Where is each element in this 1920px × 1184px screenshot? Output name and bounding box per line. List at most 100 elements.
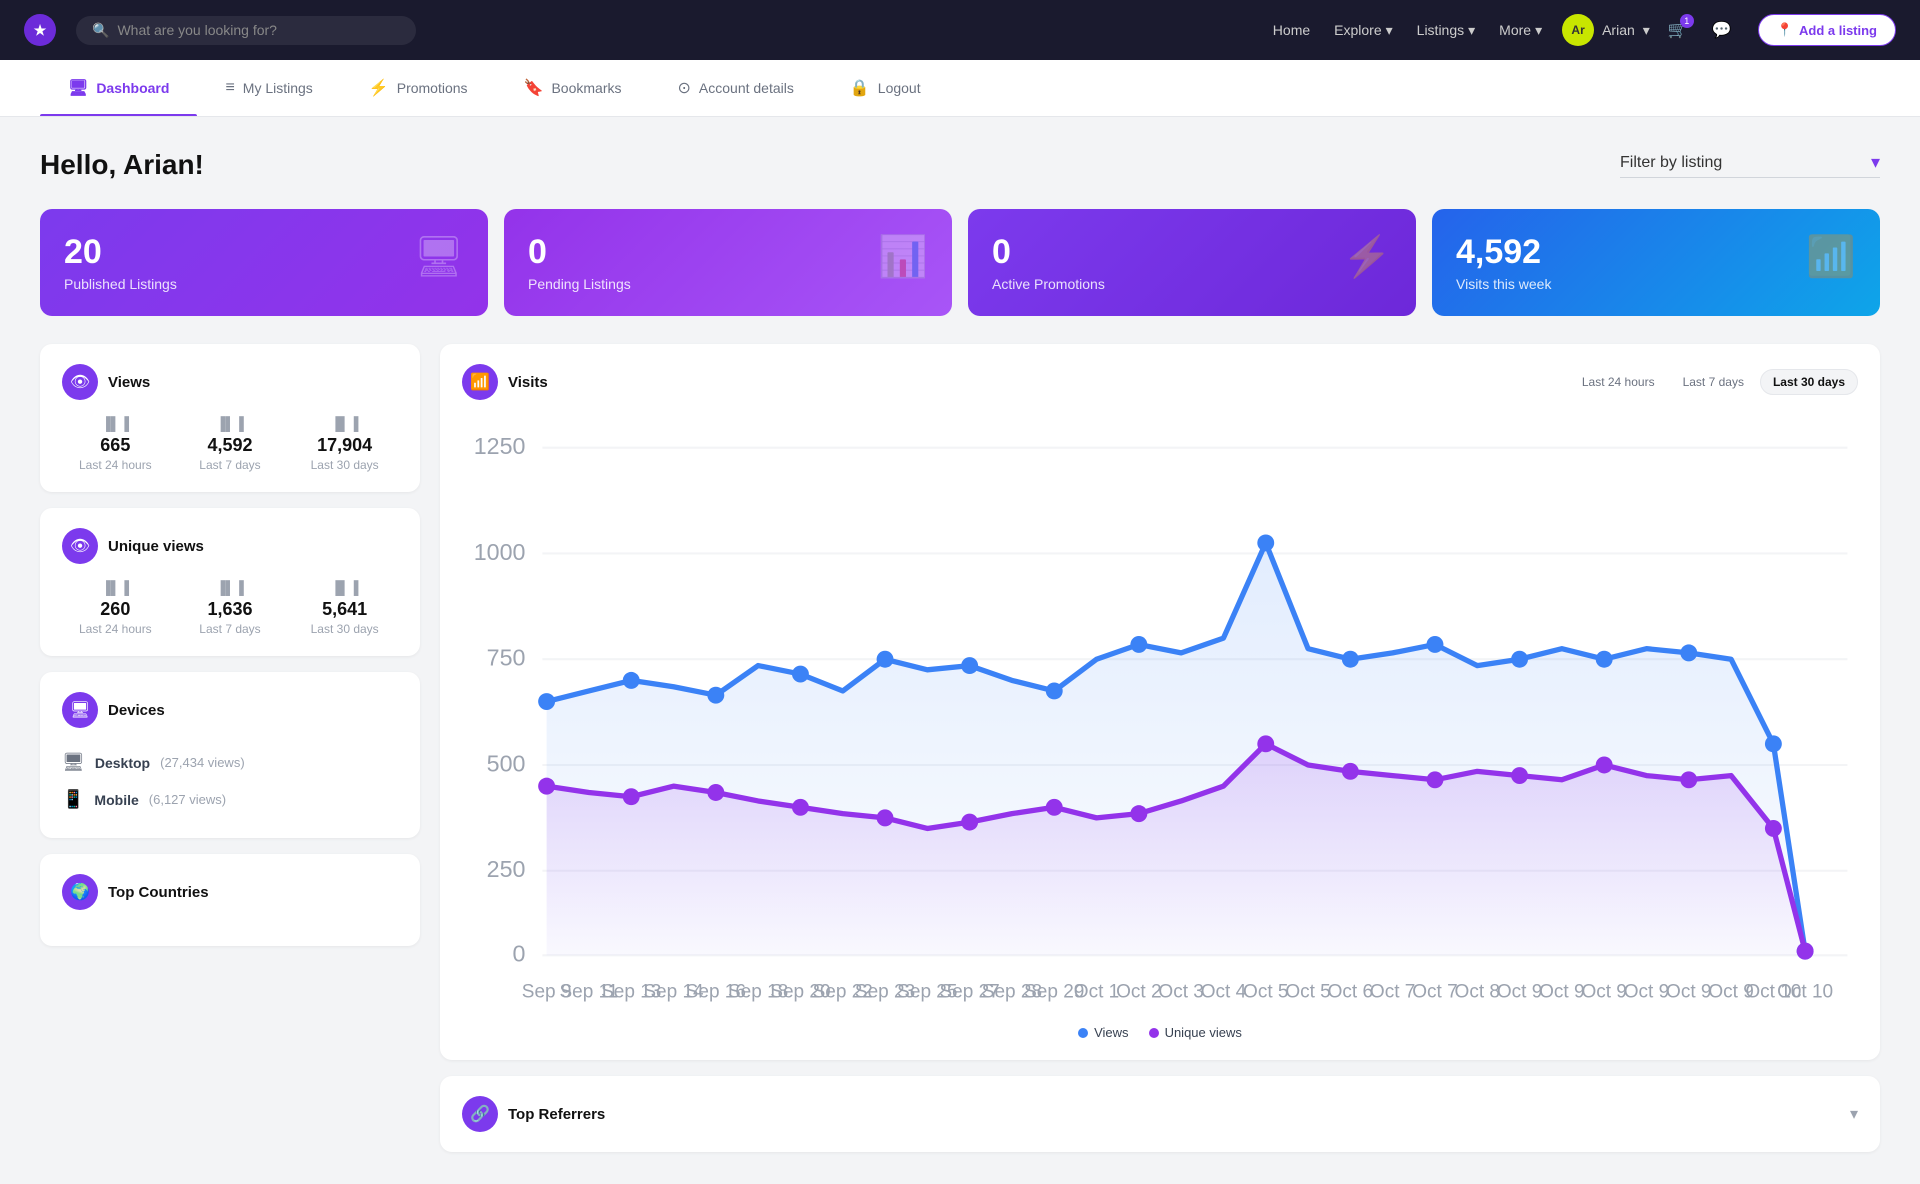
uv-24h-label: Last 24 hours [62,622,169,636]
views-widget: 👁 Views ▐▌▐ 665 Last 24 hours ▐▌▐ 4,592 … [40,344,420,492]
unique-views-widget: 👁 Unique views ▐▌▐ 260 Last 24 hours ▐▌▐… [40,508,420,656]
visits-number: 4,592 [1456,233,1551,272]
stat-card-published-listings: 20 Published Listings 🖥 [40,209,488,316]
pending-listings-number: 0 [528,233,631,272]
nav-more[interactable]: More ▾ [1499,22,1542,39]
svg-text:Oct 1: Oct 1 [1074,982,1119,1003]
desktop-icon: 🖥 [62,752,85,773]
logo[interactable]: ★ [24,14,56,46]
views-widget-icon: 👁 [62,364,98,400]
pending-listings-icon: 📊 [878,233,928,280]
referrers-toggle-icon[interactable]: ▾ [1850,1104,1858,1124]
nav-home[interactable]: Home [1273,22,1310,38]
chevron-down-icon: ▾ [1468,22,1475,39]
published-listings-icon: 🖥 [413,233,464,280]
visits-chart-title: Visits [508,374,548,391]
filter-label: Filter by listing [1620,154,1722,172]
svg-text:Oct 9: Oct 9 [1666,982,1711,1003]
promotions-icon: ⚡ [369,78,389,98]
tab-dashboard[interactable]: 🖥 Dashboard [40,60,197,116]
stat-card-visits: 4,592 Visits this week 📶 [1432,209,1880,316]
svg-text:500: 500 [487,750,526,776]
stat-cards: 20 Published Listings 🖥 0 Pending Listin… [40,209,1880,316]
views-30d: ▐▌▐ 17,904 Last 30 days [291,416,398,472]
svg-text:750: 750 [487,645,526,671]
bar-chart-icon: ▐▌▐ [62,416,169,431]
visits-icon: 📶 [1806,233,1856,280]
tab-bookmarks[interactable]: 🔖 Bookmarks [496,60,650,116]
location-pin-icon: 📍 [1777,22,1793,38]
bar-chart-icon: ▐▌▐ [291,416,398,431]
devices-icon: 🖥 [62,692,98,728]
bar-chart-icon: ▐▌▐ [177,416,284,431]
chevron-down-icon: ▾ [1386,22,1393,39]
unique-views-title: Unique views [108,538,204,555]
add-listing-button[interactable]: 📍 Add a listing [1758,14,1896,46]
search-bar[interactable]: 🔍 [76,16,416,45]
time-filters: Last 24 hours Last 7 days Last 30 days [1570,369,1858,395]
svg-text:0: 0 [513,941,526,967]
nav-explore[interactable]: Explore ▾ [1334,22,1393,39]
referrers-widget: 🔗 Top Referrers ▾ [440,1076,1880,1152]
chart-legend: Views Unique views [462,1025,1858,1040]
svg-text:Oct 6: Oct 6 [1328,982,1373,1003]
referrers-title: Top Referrers [508,1106,605,1123]
visits-svg-chart: 1250 1000 750 500 250 0 [462,416,1858,1008]
svg-text:Oct 9: Oct 9 [1539,982,1584,1003]
logout-icon: 🔒 [850,78,870,98]
time-filter-7d[interactable]: Last 7 days [1671,369,1756,395]
legend-views: Views [1078,1025,1128,1040]
views-30d-value: 17,904 [291,435,398,456]
avatar: Ar [1562,14,1594,46]
top-countries-widget: 🌍 Top Countries [40,854,420,946]
uv-24h: ▐▌▐ 260 Last 24 hours [62,580,169,636]
views-stats-row: ▐▌▐ 665 Last 24 hours ▐▌▐ 4,592 Last 7 d… [62,416,398,472]
referrers-icon: 🔗 [462,1096,498,1132]
navbar-icons: Ar Arian ▾ 🛒 1 💬 [1562,14,1738,46]
svg-text:Oct 9: Oct 9 [1624,982,1669,1003]
active-promotions-number: 0 [992,233,1105,272]
navbar: ★ 🔍 Home Explore ▾ Listings ▾ More ▾ Ar … [0,0,1920,60]
legend-unique-views-dot [1149,1028,1159,1038]
uv-30d-label: Last 30 days [291,622,398,636]
nav-listings[interactable]: Listings ▾ [1417,22,1476,39]
visits-chart-widget: 📶 Visits Last 24 hours Last 7 days Last … [440,344,1880,1060]
notifications-icon[interactable]: 💬 [1706,14,1738,46]
svg-text:Oct 5: Oct 5 [1285,982,1330,1003]
unique-views-icon: 👁 [62,528,98,564]
chevron-down-icon: ▾ [1643,22,1650,39]
views-widget-title: Views [108,374,150,391]
time-filter-24h[interactable]: Last 24 hours [1570,369,1667,395]
views-24h-label: Last 24 hours [62,458,169,472]
devices-title: Devices [108,702,165,719]
views-30d-label: Last 30 days [291,458,398,472]
cart-icon[interactable]: 🛒 1 [1662,14,1694,46]
tab-my-listings[interactable]: ≡ My Listings [197,60,340,116]
uv-7d-value: 1,636 [177,599,284,620]
uv-7d-label: Last 7 days [177,622,284,636]
user-menu[interactable]: Ar Arian ▾ [1562,14,1650,46]
published-listings-label: Published Listings [64,276,177,292]
svg-text:1250: 1250 [474,433,526,459]
uv-24h-value: 260 [62,599,169,620]
tab-promotions[interactable]: ⚡ Promotions [341,60,496,116]
legend-unique-views: Unique views [1149,1025,1242,1040]
pending-listings-label: Pending Listings [528,276,631,292]
stat-card-active-promotions: 0 Active Promotions ⚡ [968,209,1416,316]
device-mobile: 📱 Mobile (6,127 views) [62,781,398,818]
countries-title: Top Countries [108,884,209,901]
time-filter-30d[interactable]: Last 30 days [1760,369,1858,395]
svg-text:Oct 9: Oct 9 [1581,982,1626,1003]
account-icon: ⊙ [678,78,691,98]
published-listings-number: 20 [64,233,177,272]
subnav: 🖥 Dashboard ≡ My Listings ⚡ Promotions 🔖… [0,60,1920,117]
filter-by-listing-select[interactable]: Filter by listing ▾ [1620,152,1880,178]
devices-widget: 🖥 Devices 🖥 Desktop (27,434 views) 📱 Mob… [40,672,420,838]
referrers-header: 🔗 Top Referrers ▾ [462,1096,1858,1132]
svg-text:Oct 8: Oct 8 [1455,982,1500,1003]
search-input[interactable] [117,22,400,38]
visits-chart-icon: 📶 [462,364,498,400]
content-grid: 👁 Views ▐▌▐ 665 Last 24 hours ▐▌▐ 4,592 … [40,344,1880,1152]
tab-account[interactable]: ⊙ Account details [650,60,822,116]
tab-logout[interactable]: 🔒 Logout [822,60,949,116]
